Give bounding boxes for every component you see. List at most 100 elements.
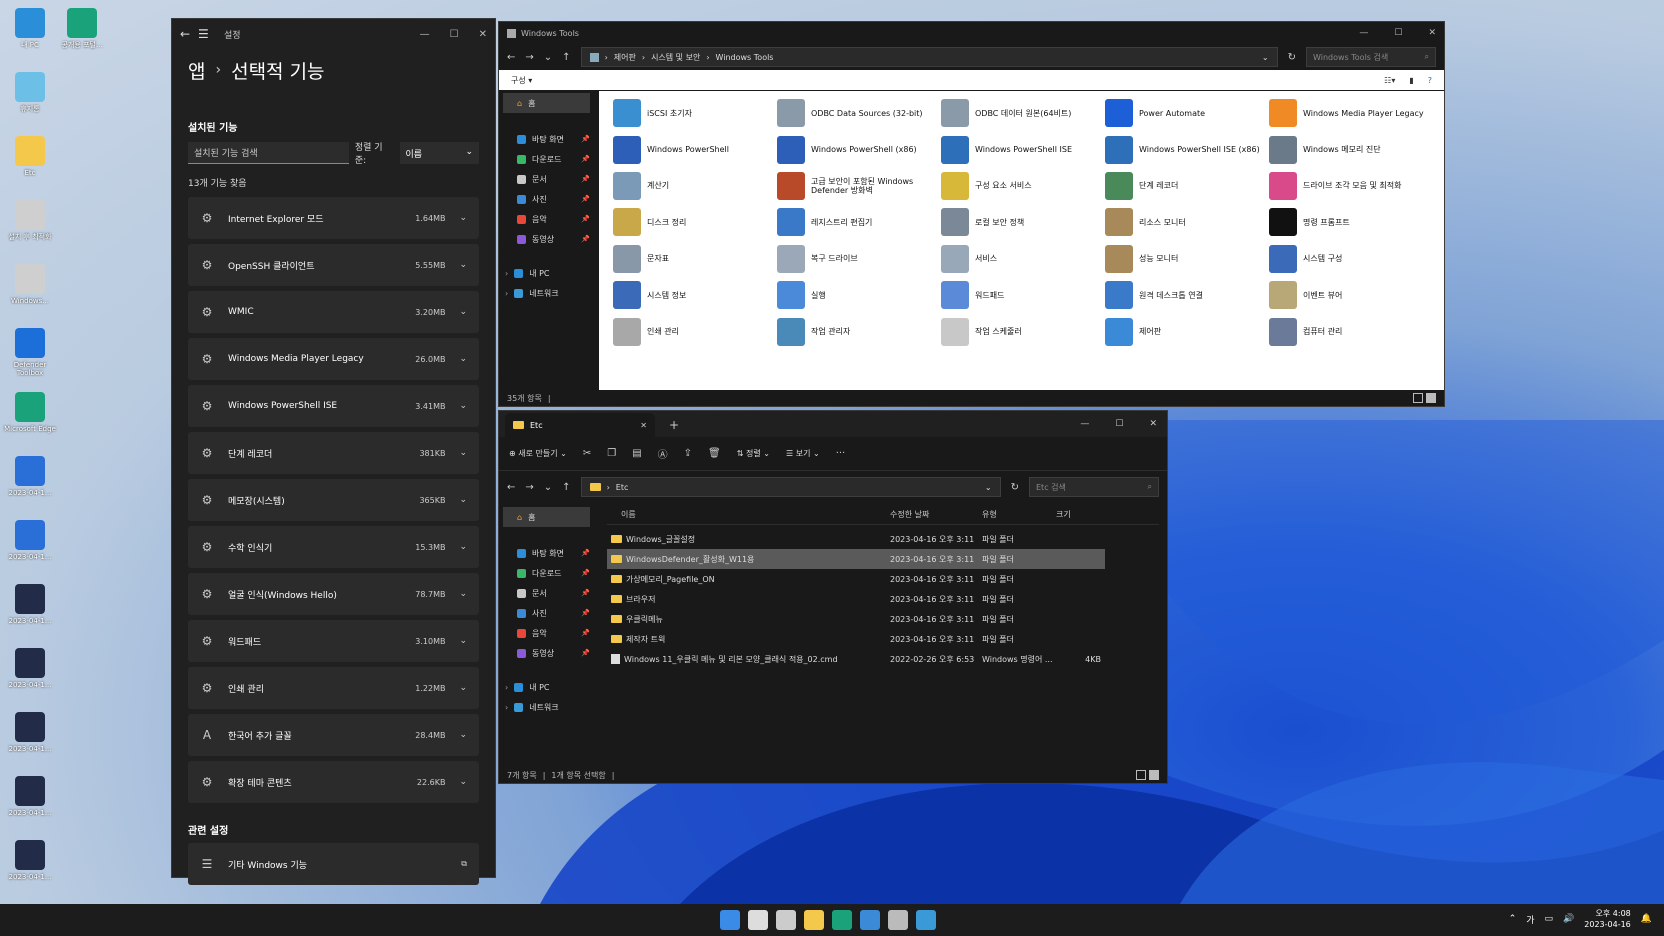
- tool-item[interactable]: Windows PowerShell: [613, 131, 777, 167]
- edge-icon[interactable]: [832, 910, 852, 930]
- feature-row[interactable]: ⚙ Internet Explorer 모드 1.64MB ⌄: [188, 197, 479, 239]
- minimize-icon[interactable]: —: [1359, 28, 1368, 38]
- chevron-down-icon[interactable]: ⌄: [985, 483, 992, 492]
- file-explorer-icon[interactable]: [804, 910, 824, 930]
- tool-item[interactable]: 컴퓨터 관리: [1269, 313, 1433, 349]
- tool-item[interactable]: Windows 메모리 진단: [1269, 131, 1433, 167]
- desktop-icon[interactable]: 2023-04-1...: [4, 708, 56, 768]
- minimize-icon[interactable]: —: [420, 29, 430, 40]
- maximize-icon[interactable]: ☐: [1115, 419, 1123, 429]
- tool-item[interactable]: 워드패드: [941, 277, 1105, 313]
- details-view-icon[interactable]: [1136, 770, 1146, 780]
- breadcrumb-apps[interactable]: 앱: [188, 57, 205, 84]
- close-icon[interactable]: ✕: [1428, 28, 1436, 38]
- task-view-icon[interactable]: [776, 910, 796, 930]
- chevron-down-icon[interactable]: ⌄: [459, 260, 467, 270]
- tool-item[interactable]: Windows PowerShell ISE: [941, 131, 1105, 167]
- tool-item[interactable]: 문자표: [613, 241, 777, 277]
- chevron-down-icon[interactable]: ⌄: [459, 730, 467, 740]
- column-size[interactable]: 크기: [1056, 509, 1101, 520]
- feature-row[interactable]: ⚙ 메모장(시스템) 365KB ⌄: [188, 479, 479, 521]
- nav-quick-item[interactable]: 다운로드 📌: [499, 149, 594, 169]
- desktop-icon[interactable]: 2023-04-1...: [4, 644, 56, 704]
- chevron-down-icon[interactable]: ⌄: [459, 448, 467, 458]
- file-row[interactable]: Windows_글꼴설정 2023-04-16 오후 3:11 파일 폴더: [607, 529, 1159, 549]
- feature-row[interactable]: ⚙ Windows PowerShell ISE 3.41MB ⌄: [188, 385, 479, 427]
- tool-item[interactable]: 이벤트 뷰어: [1269, 277, 1433, 313]
- view-options-icon[interactable]: ☷▾: [1384, 76, 1395, 85]
- nav-quick-item[interactable]: 음악 📌: [499, 209, 594, 229]
- tool-item[interactable]: 단계 레코더: [1105, 168, 1269, 204]
- desktop-icon[interactable]: 휴지통: [4, 68, 56, 128]
- chevron-down-icon[interactable]: ⌄: [1262, 53, 1269, 62]
- tools-address-bar[interactable]: › 제어판 › 시스템 및 보안 › Windows Tools ⌄: [580, 47, 1278, 67]
- etc-search-input[interactable]: Etc 검색 ⌕: [1029, 477, 1159, 497]
- store-icon[interactable]: [860, 910, 880, 930]
- chevron-down-icon[interactable]: ⌄: [459, 307, 467, 317]
- nav-quick-item[interactable]: 사진 📌: [499, 603, 594, 623]
- tool-item[interactable]: 실행: [777, 277, 941, 313]
- nav-this-pc[interactable]: › 내 PC: [499, 677, 594, 697]
- new-button[interactable]: ⊕ 새로 만들기 ⌄: [509, 448, 567, 459]
- nav-this-pc[interactable]: › 내 PC: [499, 263, 594, 283]
- view-button[interactable]: ☰ 보기 ⌄: [786, 448, 820, 459]
- feature-row[interactable]: A 한국어 추가 글꼴 28.4MB ⌄: [188, 714, 479, 756]
- other-windows-features[interactable]: ☰ 기타 Windows 기능 ⧉: [188, 843, 479, 885]
- tool-item[interactable]: 계산기: [613, 168, 777, 204]
- back-arrow-icon[interactable]: ←: [180, 27, 198, 41]
- network-icon[interactable]: ▭: [1545, 914, 1554, 924]
- tool-item[interactable]: 작업 관리자: [777, 313, 941, 349]
- feature-row[interactable]: ⚙ 워드패드 3.10MB ⌄: [188, 620, 479, 662]
- tool-item[interactable]: iSCSI 초기자: [613, 95, 777, 131]
- menu-icon[interactable]: ☰: [198, 27, 216, 41]
- chevron-down-icon[interactable]: ⌄: [459, 683, 467, 693]
- file-row[interactable]: 가상메모리_Pagefile_ON 2023-04-16 오후 3:11 파일 폴더: [607, 569, 1159, 589]
- file-row[interactable]: 제작자 트윅 2023-04-16 오후 3:11 파일 폴더: [607, 629, 1159, 649]
- volume-icon[interactable]: 🔊: [1563, 914, 1574, 924]
- recent-chevron-icon[interactable]: ⌄: [544, 482, 552, 493]
- chevron-down-icon[interactable]: ⌄: [459, 401, 467, 411]
- start-icon[interactable]: [720, 910, 740, 930]
- up-arrow-icon[interactable]: ↑: [562, 52, 570, 63]
- feature-row[interactable]: ⚙ OpenSSH 클라이언트 5.55MB ⌄: [188, 244, 479, 286]
- nav-quick-item[interactable]: 동영상 📌: [499, 229, 594, 249]
- tool-item[interactable]: 구성 요소 서비스: [941, 168, 1105, 204]
- desktop-icon[interactable]: Defender Toolbox: [4, 324, 56, 384]
- back-arrow-icon[interactable]: ←: [507, 52, 515, 63]
- tools-search-input[interactable]: Windows Tools 검색 ⌕: [1306, 47, 1436, 67]
- tab-etc[interactable]: Etc ✕: [505, 413, 655, 437]
- back-arrow-icon[interactable]: ←: [507, 482, 515, 493]
- desktop-icon[interactable]: 2023-04-1...: [4, 452, 56, 512]
- desktop-icon[interactable]: 2023-04-1...: [4, 516, 56, 576]
- preview-pane-icon[interactable]: ▮: [1409, 76, 1413, 85]
- feature-row[interactable]: ⚙ 인쇄 관리 1.22MB ⌄: [188, 667, 479, 709]
- nav-quick-item[interactable]: 사진 📌: [499, 189, 594, 209]
- minimize-icon[interactable]: —: [1080, 419, 1089, 429]
- recent-chevron-icon[interactable]: ⌄: [544, 52, 552, 63]
- maximize-icon[interactable]: ☐: [450, 29, 459, 40]
- share-icon[interactable]: ⇪: [684, 448, 692, 459]
- desktop-icon[interactable]: 공개용 포털...: [56, 4, 108, 64]
- more-icon[interactable]: ···: [836, 448, 846, 459]
- tab-close-icon[interactable]: ✕: [640, 421, 647, 430]
- forward-arrow-icon[interactable]: →: [525, 52, 533, 63]
- column-date[interactable]: 수정한 날짜: [890, 509, 982, 520]
- feature-row[interactable]: ⚙ Windows Media Player Legacy 26.0MB ⌄: [188, 338, 479, 380]
- tray-chevron-icon[interactable]: ⌃: [1509, 914, 1517, 924]
- desktop-icon[interactable]: 설치 후 최적화: [4, 196, 56, 256]
- chevron-down-icon[interactable]: ⌄: [459, 213, 467, 223]
- tool-item[interactable]: 작업 스케줄러: [941, 313, 1105, 349]
- nav-network[interactable]: › 네트워크: [499, 697, 594, 717]
- sort-dropdown[interactable]: 이름 ⌄: [399, 142, 479, 164]
- tiles-view-icon[interactable]: [1426, 393, 1436, 403]
- cut-icon[interactable]: ✂: [583, 448, 591, 459]
- feature-row[interactable]: ⚙ 단계 레코더 381KB ⌄: [188, 432, 479, 474]
- rename-icon[interactable]: Ⓐ: [658, 446, 668, 461]
- nav-quick-item[interactable]: 동영상 📌: [499, 643, 594, 663]
- feature-row[interactable]: ⚙ WMIC 3.20MB ⌄: [188, 291, 479, 333]
- etc-address-bar[interactable]: › Etc ⌄: [580, 477, 1001, 497]
- details-view-icon[interactable]: [1413, 393, 1423, 403]
- desktop-icon[interactable]: 2023-04-1...: [4, 772, 56, 832]
- nav-quick-item[interactable]: 음악 📌: [499, 623, 594, 643]
- refresh-icon[interactable]: ↻: [1288, 52, 1296, 63]
